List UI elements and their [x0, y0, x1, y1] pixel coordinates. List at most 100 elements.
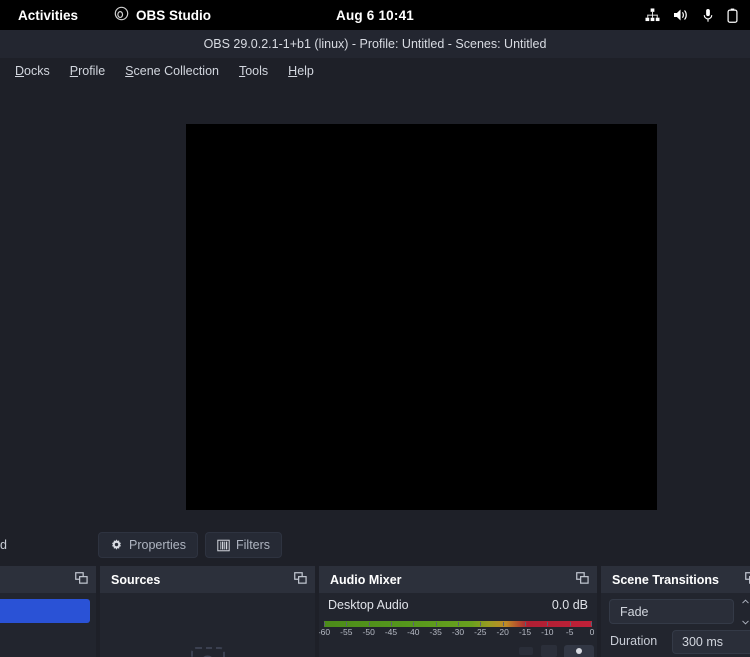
battery-icon [727, 8, 738, 23]
dock-scenes-title-bar: Scenes [0, 566, 96, 593]
gnome-top-bar: Activities OBS Studio Aug 6 10:41 [0, 0, 750, 30]
sources-empty-placeholder-icon: ? [191, 647, 225, 657]
dock-transitions-title: Scene Transitions [612, 573, 719, 587]
mixer-db-tickmark [324, 622, 325, 626]
scene-controls-strip: d Properties Filters [0, 524, 750, 566]
topbar-status-area[interactable] [645, 0, 738, 30]
mixer-db-tickmark [570, 622, 571, 626]
dock-transitions-title-bar: Scene Transitions [601, 566, 750, 593]
mixer-db-tick-label: -15 [519, 627, 531, 637]
topbar-clock[interactable]: Aug 6 10:41 [0, 0, 750, 30]
mixer-db-tick-label: -50 [363, 627, 375, 637]
mixer-db-tick-label: -60 [319, 627, 330, 637]
mixer-db-tickmark [346, 622, 347, 626]
mixer-db-tick-label: -5 [566, 627, 574, 637]
mixer-settings-gear-icon[interactable] [564, 645, 594, 657]
obs-menu-bar: Docks Profile Scene Collection Tools Hel… [0, 58, 750, 84]
dock-mixer-title-bar: Audio Mixer [319, 566, 597, 593]
mixer-db-tickmark [525, 622, 526, 626]
transition-select-arrows[interactable] [738, 601, 750, 621]
dock-scenes-body [0, 593, 96, 657]
mixer-track-header: Desktop Audio 0.0 dB [328, 598, 588, 612]
dock-sources-body[interactable]: ? [100, 593, 315, 657]
sources-placeholder-glyph: ? [201, 652, 214, 657]
mixer-db-tickmark [480, 622, 481, 626]
menu-accel-help: H [288, 64, 297, 78]
obs-main-window: OBS 29.0.2.1-1+b1 (linux) - Profile: Unt… [0, 30, 750, 627]
mixer-db-tick-label: -40 [407, 627, 419, 637]
menu-item-help[interactable]: Help [280, 61, 322, 81]
clock-label: Aug 6 10:41 [336, 8, 414, 23]
preview-canvas[interactable] [186, 124, 657, 510]
duration-label: Duration [610, 634, 657, 648]
dock-sources-title-bar: Sources [100, 566, 315, 593]
mixer-db-tick-label: -25 [474, 627, 486, 637]
mixer-db-tick-label: -45 [385, 627, 397, 637]
mixer-db-tickmark [458, 622, 459, 626]
menu-item-scene-collection[interactable]: Scene Collection [117, 61, 227, 81]
duration-value: 300 ms [682, 635, 723, 649]
dock-sources-title: Sources [111, 573, 160, 587]
chevron-up-icon [742, 593, 749, 610]
menu-rest-tools: ools [245, 64, 268, 78]
docks-row: Scenes Sources [0, 566, 750, 657]
dock-sources: Sources ? [100, 566, 315, 657]
dock-scenes: Scenes [0, 566, 96, 657]
menu-rest-scene-collection: cene Collection [134, 64, 219, 78]
mixer-db-tick-label: -10 [541, 627, 553, 637]
mixer-db-tick-label: -30 [452, 627, 464, 637]
float-dock-icon[interactable] [576, 572, 589, 588]
dock-scene-transitions: Scene Transitions Fade [601, 566, 750, 657]
mixer-volume-slider[interactable] [519, 647, 533, 655]
menu-rest-profile: rofile [78, 64, 105, 78]
float-dock-icon[interactable] [745, 572, 750, 588]
mixer-db-tick-label: -35 [430, 627, 442, 637]
mixer-db-tickmark [503, 622, 504, 626]
properties-button[interactable]: Properties [98, 532, 198, 558]
menu-rest-help: elp [297, 64, 314, 78]
menu-accel-scene-collection: S [125, 64, 133, 78]
mixer-db-tick-label: -20 [497, 627, 509, 637]
float-dock-icon[interactable] [294, 572, 307, 588]
dock-transitions-body: Fade Duration 300 ms [601, 593, 750, 657]
properties-label: Properties [129, 538, 186, 552]
menu-accel-profile: P [70, 64, 78, 78]
menu-item-docks[interactable]: Docks [7, 61, 58, 81]
volume-icon [673, 8, 689, 22]
clipped-scene-label: d [0, 524, 7, 566]
mute-icon[interactable] [541, 645, 557, 657]
transition-select[interactable]: Fade [609, 599, 734, 624]
mixer-db-tickmark [391, 622, 392, 626]
microphone-icon [702, 8, 714, 23]
menu-rest-docks: ocks [24, 64, 50, 78]
float-dock-icon[interactable] [75, 572, 88, 588]
dock-mixer-title: Audio Mixer [330, 573, 402, 587]
mixer-db-tick-label: 0 [590, 627, 595, 637]
mixer-controls-row [319, 645, 597, 657]
filters-button[interactable]: Filters [205, 532, 282, 558]
obs-title-bar: OBS 29.0.2.1-1+b1 (linux) - Profile: Unt… [0, 30, 750, 58]
dock-mixer-body: Desktop Audio 0.0 dB -60-55-50-45-40-35-… [319, 593, 597, 657]
gear-icon [110, 539, 123, 552]
mixer-db-tickmark [413, 622, 414, 626]
duration-spinbox[interactable]: 300 ms [672, 630, 750, 654]
mixer-db-tickmark [369, 622, 370, 626]
menu-accel-docks: D [15, 64, 24, 78]
dock-audio-mixer: Audio Mixer Desktop Audio 0.0 dB -60 -55 [319, 566, 597, 657]
network-icon [645, 8, 660, 22]
mixer-db-tickmark [591, 622, 592, 626]
preview-area [0, 84, 750, 524]
mixer-db-tickmark [436, 622, 437, 626]
mixer-track-name: Desktop Audio [328, 598, 409, 612]
chevron-down-icon [742, 613, 749, 631]
scene-list-item-selected[interactable] [0, 599, 90, 623]
mixer-db-tick-label: -55 [340, 627, 352, 637]
menu-item-profile[interactable]: Profile [62, 61, 113, 81]
mixer-track-level: 0.0 dB [552, 598, 588, 612]
window-title: OBS 29.0.2.1-1+b1 (linux) - Profile: Unt… [204, 37, 547, 51]
filters-icon [217, 539, 230, 552]
menu-item-tools[interactable]: Tools [231, 61, 276, 81]
filters-label: Filters [236, 538, 270, 552]
transition-select-value: Fade [620, 605, 649, 619]
mixer-db-scale: -60-55-50-45-40-35-30-25-20-15-10-50 [324, 627, 592, 640]
